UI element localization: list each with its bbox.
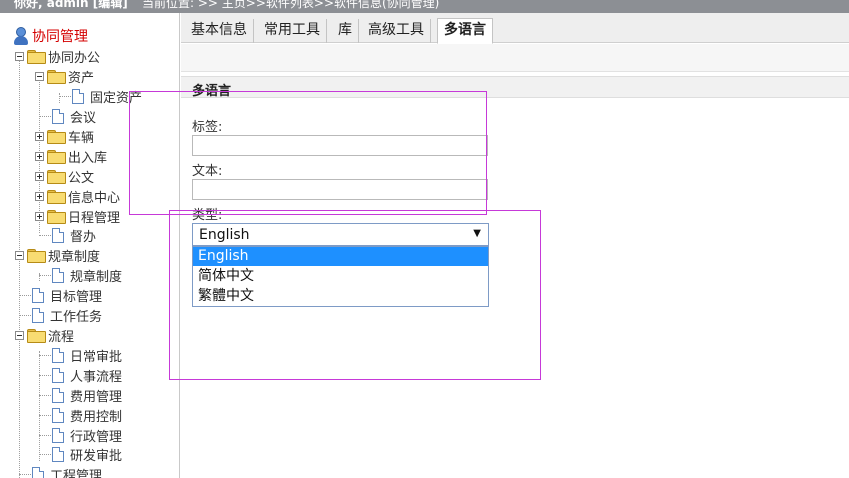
document-icon [52, 267, 64, 283]
document-icon [52, 108, 64, 124]
tree-node-goals[interactable]: 目标管理 [19, 285, 102, 305]
folder-open-icon [47, 70, 66, 84]
annotation-box [169, 210, 541, 380]
collapse-toggle[interactable] [35, 71, 44, 81]
tree-node-tasks[interactable]: 工作任务 [19, 305, 102, 325]
expand-toggle[interactable] [35, 211, 44, 221]
tab-multilanguage[interactable]: 多语言 [437, 18, 493, 44]
tree-node-meeting[interactable]: 会议 [39, 106, 96, 126]
tree-node-inventory[interactable]: 出入库 [35, 146, 107, 166]
document-icon [52, 387, 64, 403]
user-icon [14, 27, 28, 45]
user-greeting: 你好, admin [编辑] [14, 0, 128, 10]
tree-node-daily-approval[interactable]: 日常审批 [39, 345, 122, 365]
document-icon [32, 466, 44, 478]
sub-toolbar [181, 44, 849, 72]
expand-toggle[interactable] [35, 171, 44, 181]
collapse-toggle[interactable] [15, 330, 24, 340]
document-icon [32, 287, 44, 303]
tree-node-assets[interactable]: 资产 [35, 66, 94, 86]
folder-icon [47, 170, 66, 184]
annotation-box [129, 91, 487, 215]
tab-basic-info[interactable]: 基本信息 [185, 19, 254, 43]
tree-root-label: 协同管理 [32, 29, 88, 45]
tree-node-admin[interactable]: 行政管理 [39, 425, 122, 445]
tree-node-schedule[interactable]: 日程管理 [35, 206, 120, 226]
folder-open-icon [27, 50, 46, 64]
folder-icon [47, 150, 66, 164]
tab-common-tools[interactable]: 常用工具 [258, 19, 327, 43]
document-icon [52, 347, 64, 363]
document-icon [72, 88, 84, 104]
tree-node-vehicles[interactable]: 车辆 [35, 126, 94, 146]
folder-open-icon [27, 329, 46, 343]
document-icon [52, 227, 64, 243]
tree-node-hr-flow[interactable]: 人事流程 [39, 365, 122, 385]
breadcrumb: 当前位置: >> 主页>>软件列表>>软件信息(协同管理) [142, 0, 440, 10]
folder-icon [47, 130, 66, 144]
collapse-toggle[interactable] [15, 250, 24, 260]
top-header-bar: 你好, admin [编辑] 当前位置: >> 主页>>软件列表>>软件信息(协… [0, 0, 849, 13]
tree-root[interactable]: 协同管理 [14, 26, 88, 46]
tree-node-regulations[interactable]: 规章制度 [15, 245, 100, 265]
document-icon [52, 367, 64, 383]
tree-node-expense-control[interactable]: 费用控制 [39, 405, 122, 425]
document-icon [52, 427, 64, 443]
sidebar-tree: 协同管理 协同办公 资产 固定资产 会议 车辆 出入库 公文 信息中心 日程管理… [0, 13, 180, 478]
expand-toggle[interactable] [35, 191, 44, 201]
tab-library[interactable]: 库 [332, 19, 359, 43]
collapse-toggle[interactable] [15, 51, 24, 61]
document-icon [32, 307, 44, 323]
expand-toggle[interactable] [35, 151, 44, 161]
tree-node-info-center[interactable]: 信息中心 [35, 186, 120, 206]
tree-guide-line [19, 53, 20, 478]
tree-node-engineering[interactable]: 工程管理 [19, 464, 102, 478]
folder-icon [47, 190, 66, 204]
folder-icon [47, 210, 66, 224]
tree-node-regulations-doc[interactable]: 规章制度 [39, 265, 122, 285]
tree-node-rd-approval[interactable]: 研发审批 [39, 444, 122, 464]
tree-node-supervision[interactable]: 督办 [39, 225, 96, 245]
tree-node-workflow[interactable]: 流程 [15, 325, 74, 345]
document-icon [52, 407, 64, 423]
tab-bar: 基本信息 常用工具 库 高级工具 多语言 [181, 13, 849, 44]
expand-toggle[interactable] [35, 131, 44, 141]
tree-node-expense-mgmt[interactable]: 费用管理 [39, 385, 122, 405]
tree-node-collab-office[interactable]: 协同办公 [15, 46, 100, 66]
tab-advanced-tools[interactable]: 高级工具 [362, 19, 431, 43]
folder-open-icon [27, 249, 46, 263]
document-icon [52, 446, 64, 462]
tree-node-documents[interactable]: 公文 [35, 166, 94, 186]
